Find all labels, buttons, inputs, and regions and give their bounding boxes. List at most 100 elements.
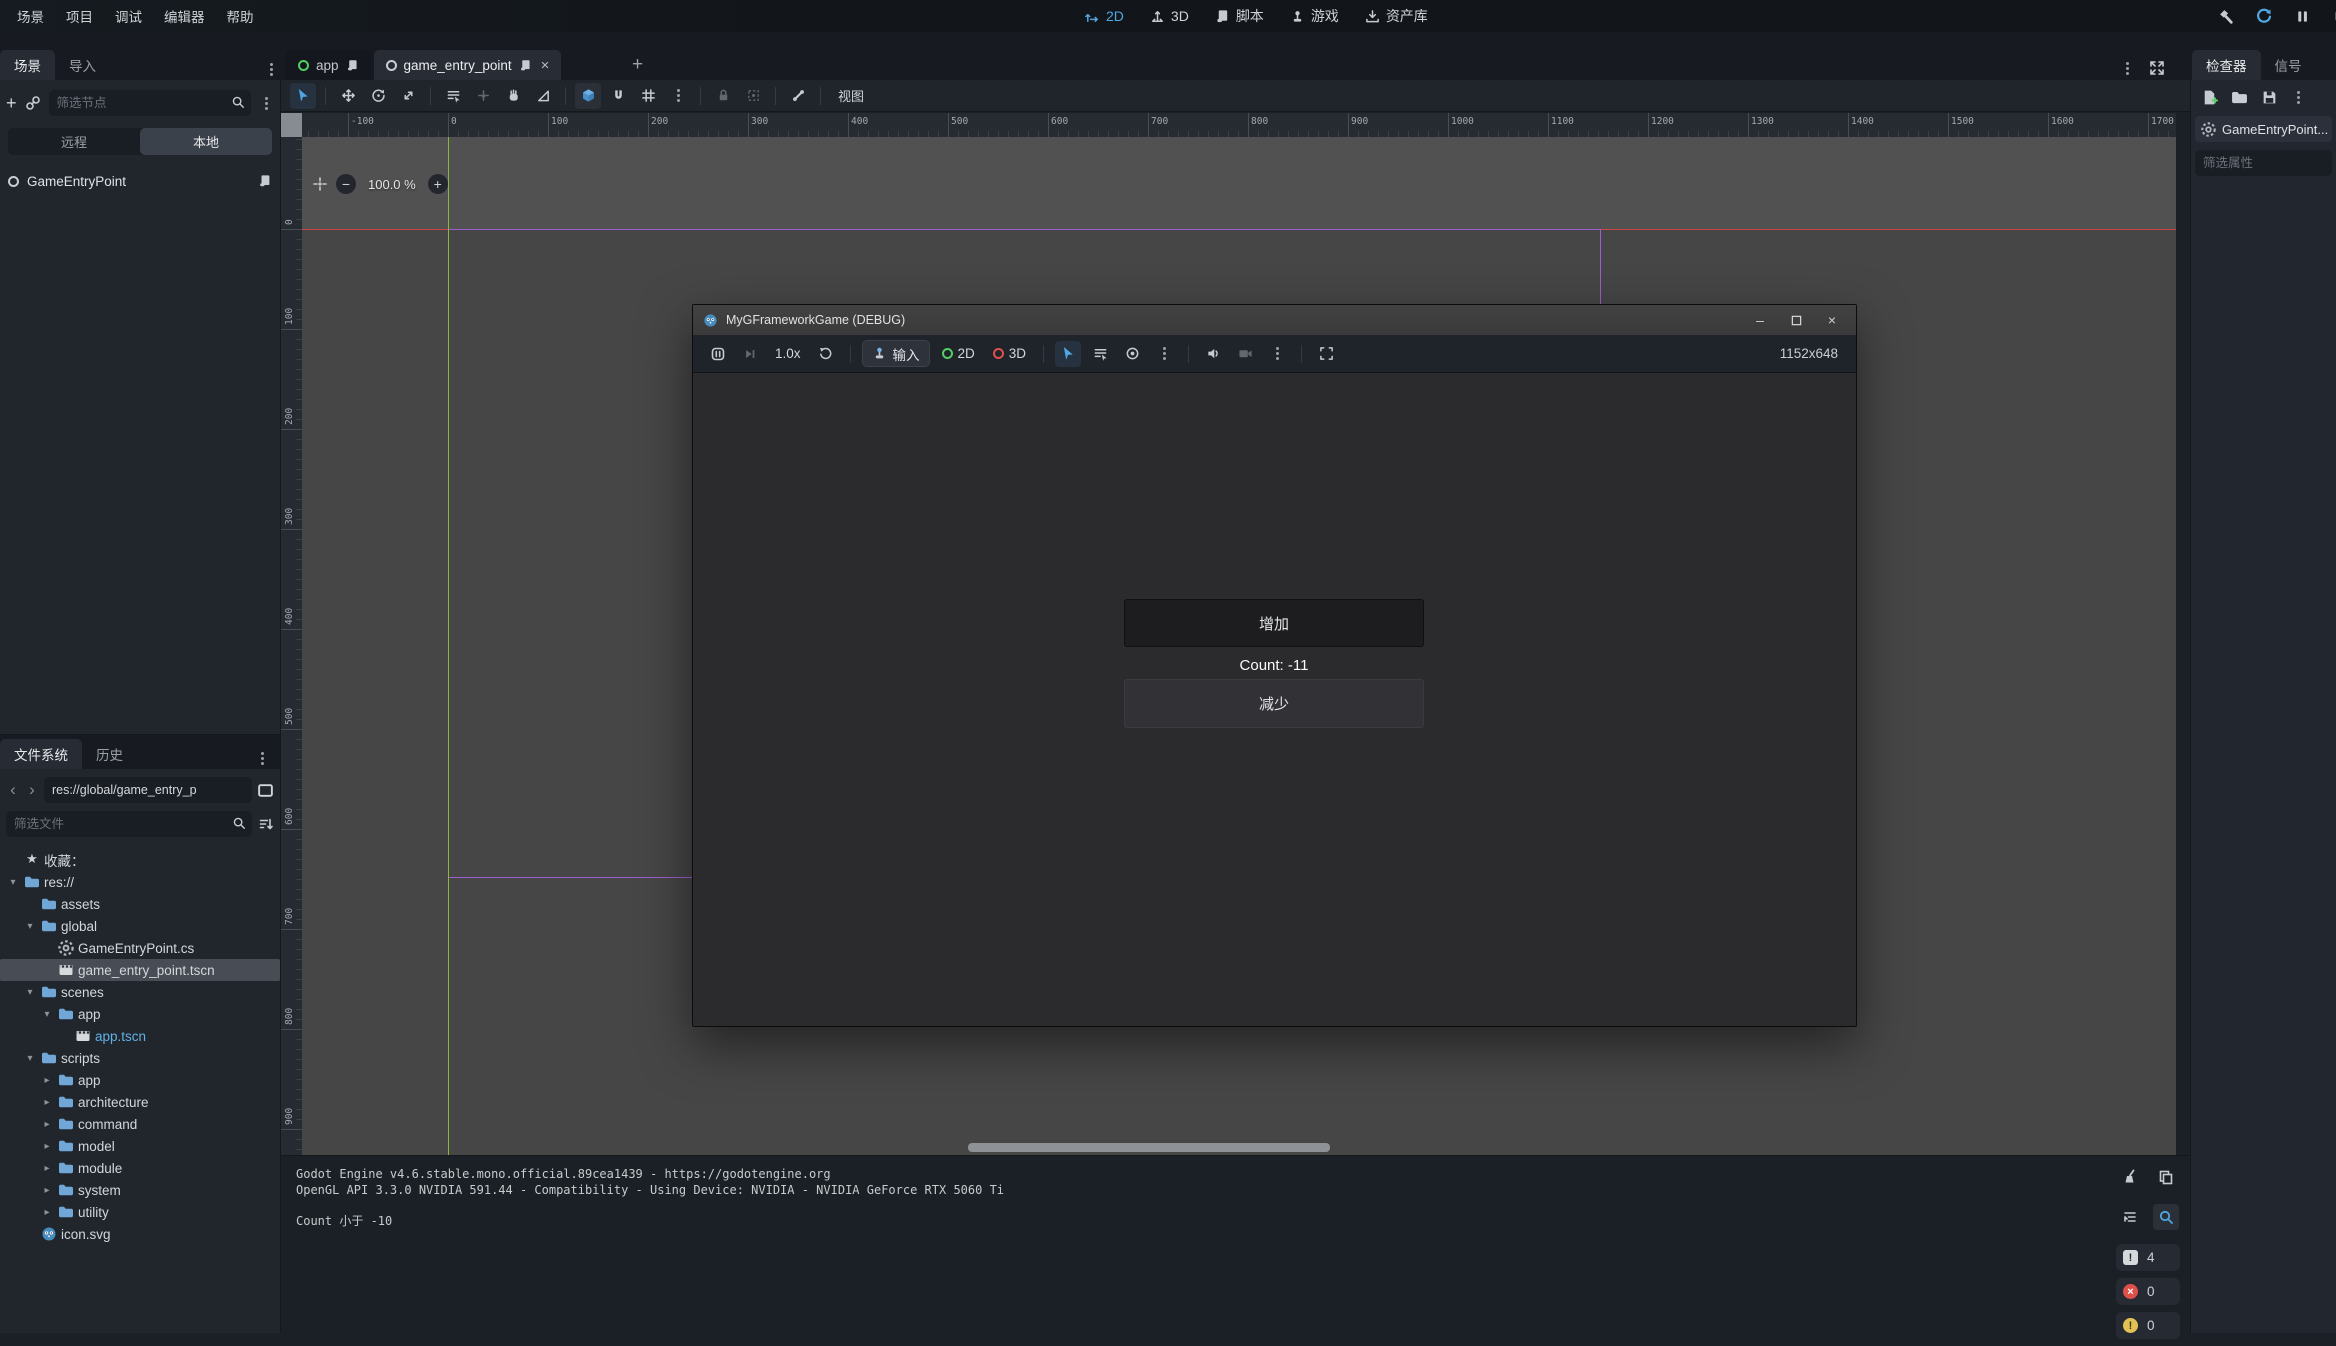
file-tree-row[interactable]: ★ scripts <box>0 1047 280 1069</box>
dock-split-divider[interactable] <box>0 734 280 735</box>
workspace-button[interactable]: 资产库 <box>1365 6 1428 26</box>
tree-expand-arrow[interactable] <box>23 987 37 998</box>
tree-expand-arrow[interactable] <box>40 1119 54 1130</box>
file-tree-row[interactable]: ★ GameEntryPoint.cs <box>0 937 280 959</box>
filter-properties-input[interactable] <box>2195 150 2332 176</box>
copy-output-button[interactable] <box>2153 1164 2179 1190</box>
file-tree-row[interactable]: ★ app <box>0 1003 280 1025</box>
tree-expand-arrow[interactable] <box>40 1075 54 1086</box>
tab-signals[interactable]: 信号 <box>2261 50 2316 80</box>
instance-scene-icon[interactable] <box>25 95 41 111</box>
tab-history[interactable]: 历史 <box>82 739 137 769</box>
tree-expand-arrow[interactable] <box>40 1009 54 1020</box>
search-output-button[interactable] <box>2153 1204 2179 1230</box>
clear-output-button[interactable] <box>2117 1164 2143 1190</box>
select-mode-button[interactable] <box>290 83 316 109</box>
ruler-mode-button[interactable] <box>530 83 556 109</box>
menu-item[interactable]: 调试 <box>104 2 153 30</box>
snap-options-button[interactable] <box>665 83 691 109</box>
tab-inspector[interactable]: 检查器 <box>2192 50 2261 80</box>
ruler-corner[interactable] <box>280 113 302 137</box>
zoom-out-button[interactable]: − <box>336 174 356 194</box>
tree-expand-arrow[interactable] <box>40 1141 54 1152</box>
load-resource-icon[interactable] <box>2231 89 2248 106</box>
current-path-field[interactable] <box>44 777 252 803</box>
game-window[interactable]: MyGFrameworkGame (DEBUG) – × 1.0x <box>692 304 1857 1027</box>
tab-filesystem[interactable]: 文件系统 <box>0 739 82 769</box>
menu-item[interactable]: 项目 <box>55 2 104 30</box>
window-maximize-button[interactable] <box>1782 310 1810 330</box>
file-tree-row[interactable]: ★ scenes <box>0 981 280 1003</box>
tree-expand-arrow[interactable] <box>40 1097 54 1108</box>
grid-snap-button[interactable] <box>635 83 661 109</box>
left-dock-divider[interactable] <box>280 80 281 1333</box>
position-snap-button[interactable] <box>470 83 496 109</box>
menu-item[interactable]: 帮助 <box>216 2 265 30</box>
workspace-button[interactable]: 游戏 <box>1290 6 1339 26</box>
tree-expand-arrow[interactable] <box>40 1163 54 1174</box>
game-select-list-button[interactable] <box>1087 341 1113 367</box>
file-tree-row[interactable]: ★ app <box>0 1069 280 1091</box>
game-window-titlebar[interactable]: MyGFrameworkGame (DEBUG) – × <box>693 305 1856 335</box>
move-mode-button[interactable] <box>335 83 361 109</box>
workspace-button[interactable]: 2D <box>1085 8 1124 24</box>
scene-tab[interactable]: game_entry_point × <box>374 50 562 80</box>
smart-snap-button[interactable] <box>575 83 601 109</box>
scene-tabs-menu-button[interactable] <box>2120 67 2135 70</box>
camera-options-button[interactable] <box>1264 341 1290 367</box>
scene-tab[interactable]: app × <box>286 50 371 80</box>
file-tree-row[interactable]: ★ game_entry_point.tscn <box>0 959 280 981</box>
zoom-reset-button[interactable]: 100.0 % <box>364 177 420 192</box>
tab-import[interactable]: 导入 <box>55 50 110 80</box>
canvas-area[interactable]: − 100.0 % + MyGFrameworkGame (DEBUG) – ×… <box>302 137 2176 1155</box>
inspected-object-row[interactable]: GameEntryPoint... <box>2195 116 2332 142</box>
inspector-menu-button[interactable] <box>2291 96 2306 99</box>
speed-multiplier-button[interactable]: 1.0x <box>769 346 807 361</box>
new-scene-tab-button[interactable]: + <box>622 50 653 80</box>
game-select-mode-button[interactable] <box>1055 341 1081 367</box>
reload-scene-button[interactable] <box>2252 4 2276 28</box>
file-tree-row[interactable]: ★ global <box>0 915 280 937</box>
pause-button[interactable] <box>2290 4 2314 28</box>
file-tree-row[interactable]: ★ command <box>0 1113 280 1135</box>
tree-expand-arrow[interactable] <box>23 921 37 932</box>
tab-scene[interactable]: 场景 <box>0 50 55 80</box>
embed-fullscreen-button[interactable] <box>1313 341 1339 367</box>
suspend-game-button[interactable] <box>705 341 731 367</box>
tree-expand-arrow[interactable] <box>6 877 20 888</box>
script-icon[interactable] <box>519 59 532 72</box>
tree-expand-arrow[interactable] <box>40 1207 54 1218</box>
file-tree-row[interactable]: ★ icon.svg <box>0 1223 280 1245</box>
menu-item[interactable]: 场景 <box>6 2 55 30</box>
script-icon[interactable] <box>346 59 359 72</box>
zoom-in-button[interactable]: + <box>428 174 448 194</box>
picking-mode-button[interactable] <box>1119 341 1145 367</box>
window-minimize-button[interactable]: – <box>1746 310 1774 330</box>
workspace-button[interactable]: 3D <box>1150 8 1189 24</box>
dock-menu-button[interactable] <box>264 68 279 71</box>
expand-viewport-button[interactable] <box>2149 60 2165 76</box>
remote-button[interactable]: 远程 <box>8 128 140 155</box>
count-badge[interactable]: ! 4 <box>2116 1244 2180 1271</box>
local-button[interactable]: 本地 <box>140 128 272 155</box>
increase-button[interactable]: 增加 <box>1124 599 1424 647</box>
input-mode-button[interactable]: 输入 <box>862 340 930 367</box>
file-tree-row[interactable]: ★ module <box>0 1157 280 1179</box>
tree-expand-arrow[interactable] <box>23 1053 37 1064</box>
file-tree-row[interactable]: ★ 收藏： <box>0 849 280 871</box>
filesystem-menu-button[interactable] <box>255 757 270 760</box>
split-view-icon[interactable] <box>257 782 274 799</box>
scene-tree-menu-button[interactable] <box>259 102 274 105</box>
center-view-icon[interactable] <box>312 176 328 192</box>
scale-mode-button[interactable] <box>395 83 421 109</box>
file-tree-row[interactable]: ★ model <box>0 1135 280 1157</box>
select-3d-node-button[interactable]: 3D <box>987 346 1032 361</box>
collapse-messages-button[interactable] <box>2117 1204 2143 1230</box>
filter-files-input[interactable] <box>6 811 252 837</box>
reset-speed-button[interactable] <box>813 341 839 367</box>
add-node-button[interactable]: + <box>6 93 17 114</box>
rotate-mode-button[interactable] <box>365 83 391 109</box>
horizontal-scrollbar[interactable] <box>968 1143 1330 1152</box>
selection-options-button[interactable] <box>1151 341 1177 367</box>
select-list-button[interactable] <box>440 83 466 109</box>
